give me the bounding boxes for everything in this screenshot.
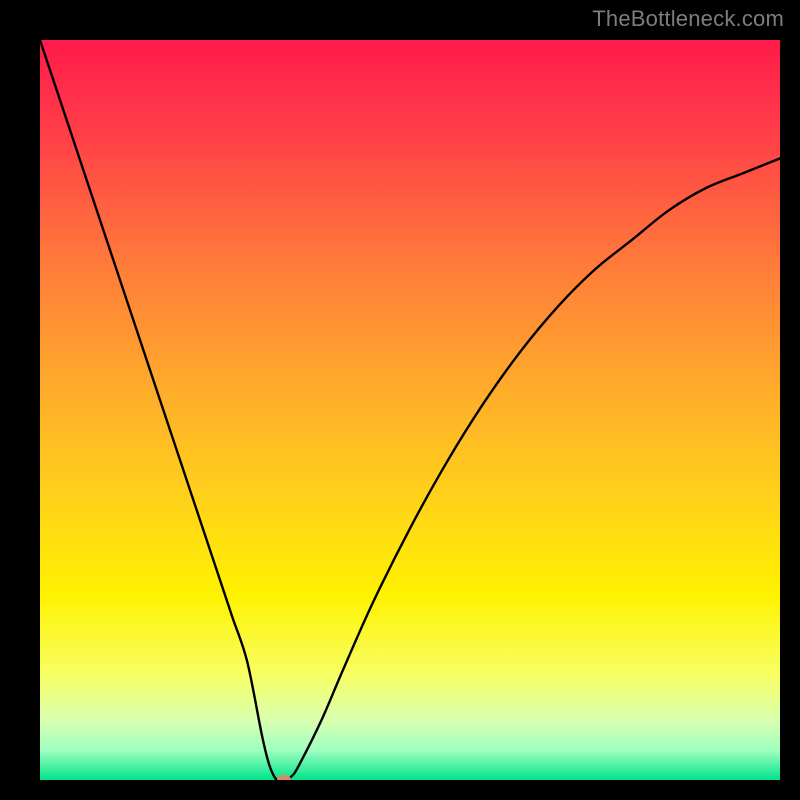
- bottleneck-curve: [40, 40, 780, 780]
- chart-frame: TheBottleneck.com: [0, 0, 800, 800]
- watermark: TheBottleneck.com: [592, 6, 784, 32]
- optimal-point-marker: [277, 775, 291, 780]
- plot-area: [40, 40, 780, 780]
